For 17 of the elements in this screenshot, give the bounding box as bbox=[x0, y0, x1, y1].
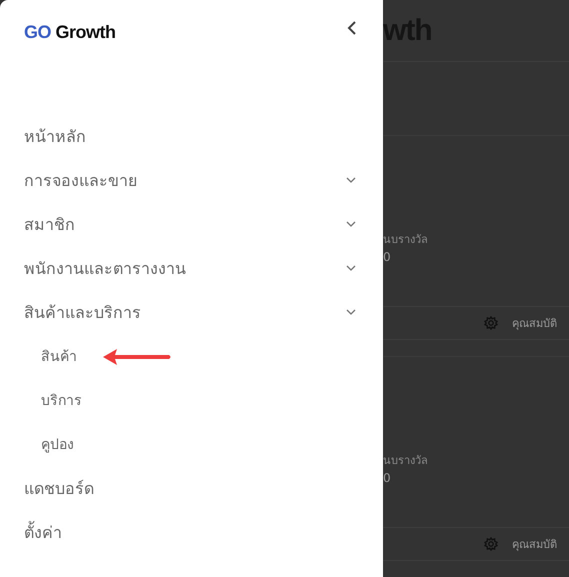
properties-link[interactable]: คุณสมบัติ bbox=[512, 314, 557, 332]
card-value: 0 bbox=[383, 249, 392, 266]
menu-item[interactable]: แดชบอร์ด bbox=[24, 466, 359, 510]
menu-item[interactable]: หน้าหลัก bbox=[24, 114, 359, 158]
menu-item[interactable]: สมาชิก bbox=[24, 202, 359, 246]
card-caption: นบรางวัล bbox=[383, 232, 429, 248]
submenu-item[interactable]: บริการ bbox=[41, 389, 82, 411]
menu-item[interactable]: พนักงานและตารางงาน bbox=[24, 246, 359, 290]
submenu-item[interactable]: สินค้า bbox=[41, 345, 77, 367]
submenu-item[interactable]: คูปอง bbox=[41, 433, 74, 455]
menu-item[interactable]: การจองและขาย bbox=[24, 158, 359, 202]
menu-item[interactable]: สินค้าและบริการ bbox=[24, 290, 359, 334]
properties-link[interactable]: คุณสมบัติ bbox=[512, 535, 557, 553]
card-value: 0 bbox=[383, 470, 392, 487]
logo: GO Growth bbox=[24, 22, 116, 42]
card-caption: นบรางวัล bbox=[383, 453, 429, 469]
menu-item[interactable]: ตั้งค่า bbox=[24, 510, 359, 554]
